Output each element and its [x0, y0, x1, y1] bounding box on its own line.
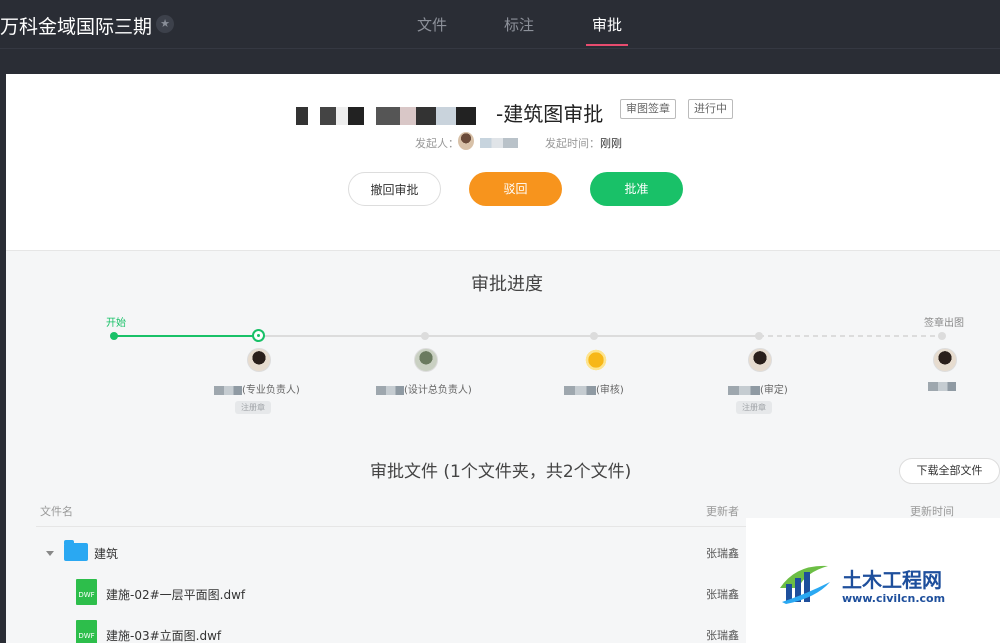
tab-files[interactable]: 文件: [417, 14, 447, 35]
step-node-2: [421, 332, 429, 340]
step-node-3: [590, 332, 598, 340]
approval-header: -建筑图审批 审图签章 进行中 发起人： 发起时间：刚刚 撤回审批 驳回 批准: [6, 74, 1000, 250]
status-badge: 进行中: [688, 99, 733, 119]
approve-button[interactable]: 批准: [590, 172, 683, 206]
approval-title-text: -建筑图审批: [496, 102, 604, 126]
download-all-button[interactable]: 下载全部文件: [899, 458, 1000, 484]
column-header-name[interactable]: 文件名: [40, 503, 73, 519]
collapse-caret-icon[interactable]: [46, 551, 54, 556]
step-2-avatar: [414, 348, 438, 372]
approval-title: -建筑图审批: [296, 98, 603, 127]
watermark-url: www.civilcn.com: [842, 592, 946, 605]
withdraw-button[interactable]: 撤回审批: [348, 172, 441, 206]
column-header-updated[interactable]: 更新时间: [910, 503, 954, 519]
header-divider: [36, 526, 750, 527]
civilcn-logo-icon: [780, 565, 830, 604]
initiator-avatar: [458, 132, 474, 150]
progress-line-final: [759, 335, 942, 337]
initiator-label: 发起人：: [415, 137, 459, 150]
start-label: 开始: [106, 318, 126, 329]
dwf-file-icon: DWF: [76, 620, 97, 643]
watermark-name: 土木工程网: [842, 568, 942, 592]
progress-line-pending: [264, 335, 759, 337]
initiated-time-value: 刚刚: [600, 137, 622, 150]
progress-title: 审批进度: [471, 274, 543, 295]
file-name[interactable]: 建筑: [94, 545, 118, 562]
redacted-name: [214, 385, 242, 395]
top-divider: [0, 48, 1000, 49]
project-title: 万科金域国际三期: [0, 16, 153, 38]
redacted-name: [728, 385, 760, 395]
end-node: [938, 332, 946, 340]
step-3-name: (审核): [564, 381, 624, 396]
tab-approval[interactable]: 审批: [592, 14, 622, 35]
file-name[interactable]: 建施-02#一层平面图.dwf: [106, 586, 245, 603]
step-1-name: (专业负责人): [214, 381, 300, 396]
step-4-seal-chip[interactable]: 注册章: [736, 401, 772, 414]
step-node-4: [755, 332, 763, 340]
file-name[interactable]: 建施-03#立面图.dwf: [106, 627, 221, 643]
star-icon[interactable]: ★: [156, 15, 174, 33]
initiated-time-label: 发起时间：: [545, 137, 600, 150]
final-step-name: [928, 381, 956, 392]
redacted-project-name: [296, 106, 496, 125]
step-1-role: (专业负责人): [242, 385, 300, 396]
step-4-name: (审定): [728, 381, 788, 396]
step-1-seal-chip[interactable]: 注册章: [235, 401, 271, 414]
files-title: 审批文件 (1个文件夹，共2个文件): [370, 462, 632, 482]
dwf-file-icon: DWF: [76, 579, 97, 605]
tab-annotations[interactable]: 标注: [504, 14, 534, 35]
final-step-avatar: [933, 348, 957, 372]
initiated-time: 发起时间：刚刚: [545, 135, 622, 151]
redacted-name: [564, 385, 596, 395]
watermark: 土木工程网 www.civilcn.com: [746, 518, 1000, 643]
top-bar: 万科金域国际三期 ★ 文件 标注 审批: [0, 0, 1000, 48]
step-2-name: (设计总负责人): [376, 381, 472, 396]
step-4-role: (审定): [760, 385, 788, 396]
file-updater: 张瑞鑫: [706, 547, 739, 560]
step-2-role: (设计总负责人): [404, 385, 472, 396]
step-3-avatar: [584, 348, 608, 372]
redacted-initiator-name: [480, 138, 518, 148]
redacted-name: [928, 381, 956, 391]
step-4-avatar: [748, 348, 772, 372]
file-updater: 张瑞鑫: [706, 629, 739, 642]
column-header-updater[interactable]: 更新者: [706, 503, 739, 519]
file-updater: 张瑞鑫: [706, 588, 739, 601]
step-3-role: (审核): [596, 385, 624, 396]
redacted-name: [376, 385, 404, 395]
reject-button[interactable]: 驳回: [469, 172, 562, 206]
progress-line-done: [114, 335, 258, 337]
start-node: [110, 332, 118, 340]
approval-type-tag: 审图签章: [620, 99, 676, 119]
folder-icon: [64, 540, 88, 561]
step-1-avatar: [247, 348, 271, 372]
current-step-node: [252, 329, 265, 342]
active-tab-indicator: [586, 44, 628, 46]
end-label: 签章出图: [924, 318, 964, 329]
